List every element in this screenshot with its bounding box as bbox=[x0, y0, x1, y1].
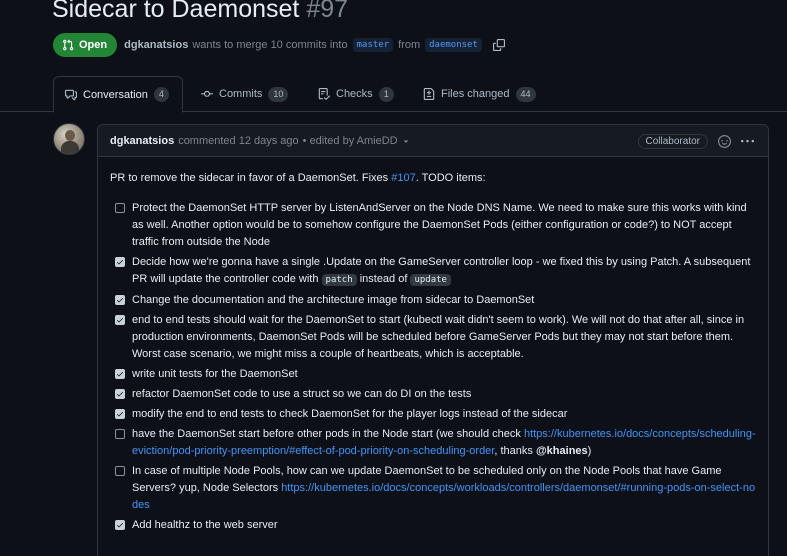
pr-state-label: Open bbox=[79, 39, 108, 51]
tab-checks-count: 1 bbox=[378, 86, 394, 102]
tab-conversation-count: 4 bbox=[153, 87, 169, 102]
task-item: Add healthz to the web server bbox=[110, 517, 756, 534]
task-text: end to end tests should wait for the Dae… bbox=[132, 314, 745, 360]
comment-discussion-icon bbox=[65, 89, 77, 101]
task-text: Add healthz to the web server bbox=[132, 519, 278, 531]
task-checkbox-checked[interactable] bbox=[115, 369, 125, 379]
pr-number: #97 bbox=[306, 0, 349, 23]
tab-checks[interactable]: Checks 1 bbox=[307, 76, 405, 112]
check-icon bbox=[117, 298, 123, 303]
task-text: instead of bbox=[356, 273, 411, 285]
task-item: Protect the DaemonSet HTTP server by Lis… bbox=[110, 200, 756, 251]
tab-files-changed[interactable]: Files changed 44 bbox=[412, 76, 547, 112]
task-checkbox-checked[interactable] bbox=[115, 257, 125, 267]
tab-conversation[interactable]: Conversation 4 bbox=[53, 76, 183, 113]
task-text: Protect the DaemonSet HTTP server by Lis… bbox=[132, 202, 747, 248]
comment-header-actions: Collaborator bbox=[637, 125, 754, 157]
check-icon bbox=[117, 318, 123, 323]
task-item: have the DaemonSet start before other po… bbox=[110, 426, 756, 460]
task-text: have the DaemonSet start before other po… bbox=[132, 428, 524, 440]
from-text: from bbox=[398, 39, 421, 51]
task-checkbox-checked[interactable] bbox=[115, 389, 125, 399]
check-icon bbox=[117, 412, 123, 417]
task-item: refactor DaemonSet code to use a struct … bbox=[110, 386, 756, 403]
task-item: In case of multiple Node Pools, how can … bbox=[110, 463, 756, 514]
task-checkbox[interactable] bbox=[115, 466, 125, 476]
comment-timestamp[interactable]: commented 12 days ago bbox=[178, 135, 298, 147]
comment-body: PR to remove the sidecar in favor of a D… bbox=[98, 157, 768, 534]
task-text: Change the documentation and the archite… bbox=[132, 294, 535, 306]
comment-intro: PR to remove the sidecar in favor of a D… bbox=[110, 170, 756, 187]
task-item: Decide how we're gonna have a single .Up… bbox=[110, 254, 756, 289]
check-icon bbox=[117, 523, 123, 528]
kebab-horizontal-icon[interactable] bbox=[741, 135, 754, 148]
task-item: write unit tests for the DaemonSet bbox=[110, 366, 756, 383]
edited-dropdown[interactable]: • edited by AmieDD bbox=[303, 135, 411, 147]
task-text: ) bbox=[587, 445, 592, 457]
edited-label: • edited by AmieDD bbox=[302, 134, 398, 147]
tab-commits[interactable]: Commits 10 bbox=[190, 76, 299, 112]
comment-header: dgkanatsios commented 12 days ago • edit… bbox=[98, 125, 768, 157]
task-text: modify the end to end tests to check Dae… bbox=[132, 408, 568, 420]
checklist-icon bbox=[318, 88, 330, 100]
task-item: end to end tests should wait for the Dae… bbox=[110, 312, 756, 363]
issue-link[interactable]: #107 bbox=[391, 172, 415, 184]
collaborator-badge: Collaborator bbox=[637, 133, 708, 149]
intro-text: PR to remove the sidecar in favor of a D… bbox=[110, 172, 392, 184]
copy-icon[interactable] bbox=[492, 39, 505, 51]
task-text: write unit tests for the DaemonSet bbox=[132, 368, 298, 380]
smiley-icon[interactable] bbox=[718, 134, 731, 148]
task-checkbox[interactable] bbox=[115, 429, 125, 439]
comment-author-link[interactable]: dgkanatsios bbox=[110, 135, 174, 147]
task-item: Change the documentation and the archite… bbox=[110, 292, 756, 309]
task-text: refactor DaemonSet code to use a struct … bbox=[132, 388, 472, 400]
check-icon bbox=[117, 392, 123, 397]
pr-tabs: Conversation 4 Commits 10 Checks 1 Files… bbox=[0, 76, 787, 113]
task-item: modify the end to end tests to check Dae… bbox=[110, 406, 756, 423]
inline-code: update bbox=[410, 274, 451, 286]
file-diff-icon bbox=[423, 88, 435, 100]
tab-conversation-label: Conversation bbox=[83, 88, 148, 101]
task-checkbox[interactable] bbox=[115, 203, 125, 213]
tab-files-changed-count: 44 bbox=[515, 86, 536, 102]
head-branch-link[interactable]: daemonset bbox=[425, 38, 482, 52]
pr-author-link[interactable]: dgkanatsios bbox=[124, 39, 188, 51]
tab-files-changed-label: Files changed bbox=[441, 88, 510, 100]
merge-text: wants to merge 10 commits into bbox=[192, 39, 348, 51]
check-icon bbox=[117, 260, 123, 265]
base-branch-link[interactable]: master bbox=[352, 38, 394, 52]
intro-suffix: . TODO items: bbox=[415, 172, 486, 184]
task-checkbox-checked[interactable] bbox=[115, 409, 125, 419]
triangle-down-icon bbox=[401, 136, 411, 146]
tab-commits-label: Commits bbox=[219, 88, 263, 100]
pr-title: Sidecar to Daemonset #97 bbox=[52, 0, 348, 25]
git-pull-request-icon bbox=[62, 39, 74, 51]
inline-code: patch bbox=[321, 274, 357, 286]
pr-state-badge: Open bbox=[53, 33, 118, 57]
comment-box: dgkanatsios commented 12 days ago • edit… bbox=[97, 124, 769, 556]
task-text: , thanks bbox=[494, 445, 536, 457]
user-mention[interactable]: @khaines bbox=[536, 445, 588, 457]
tab-checks-label: Checks bbox=[336, 88, 373, 100]
pr-title-text: Sidecar to Daemonset bbox=[52, 0, 300, 23]
check-icon bbox=[117, 372, 123, 377]
pr-meta-row: Open dgkanatsios wants to merge 10 commi… bbox=[53, 33, 505, 57]
task-checkbox-checked[interactable] bbox=[115, 315, 125, 325]
pr-merge-summary: dgkanatsios wants to merge 10 commits in… bbox=[124, 38, 505, 52]
task-checkbox-checked[interactable] bbox=[115, 520, 125, 530]
task-checkbox-checked[interactable] bbox=[115, 295, 125, 305]
git-commit-icon bbox=[201, 88, 213, 100]
tab-commits-count: 10 bbox=[268, 86, 289, 102]
author-avatar[interactable] bbox=[53, 123, 85, 155]
